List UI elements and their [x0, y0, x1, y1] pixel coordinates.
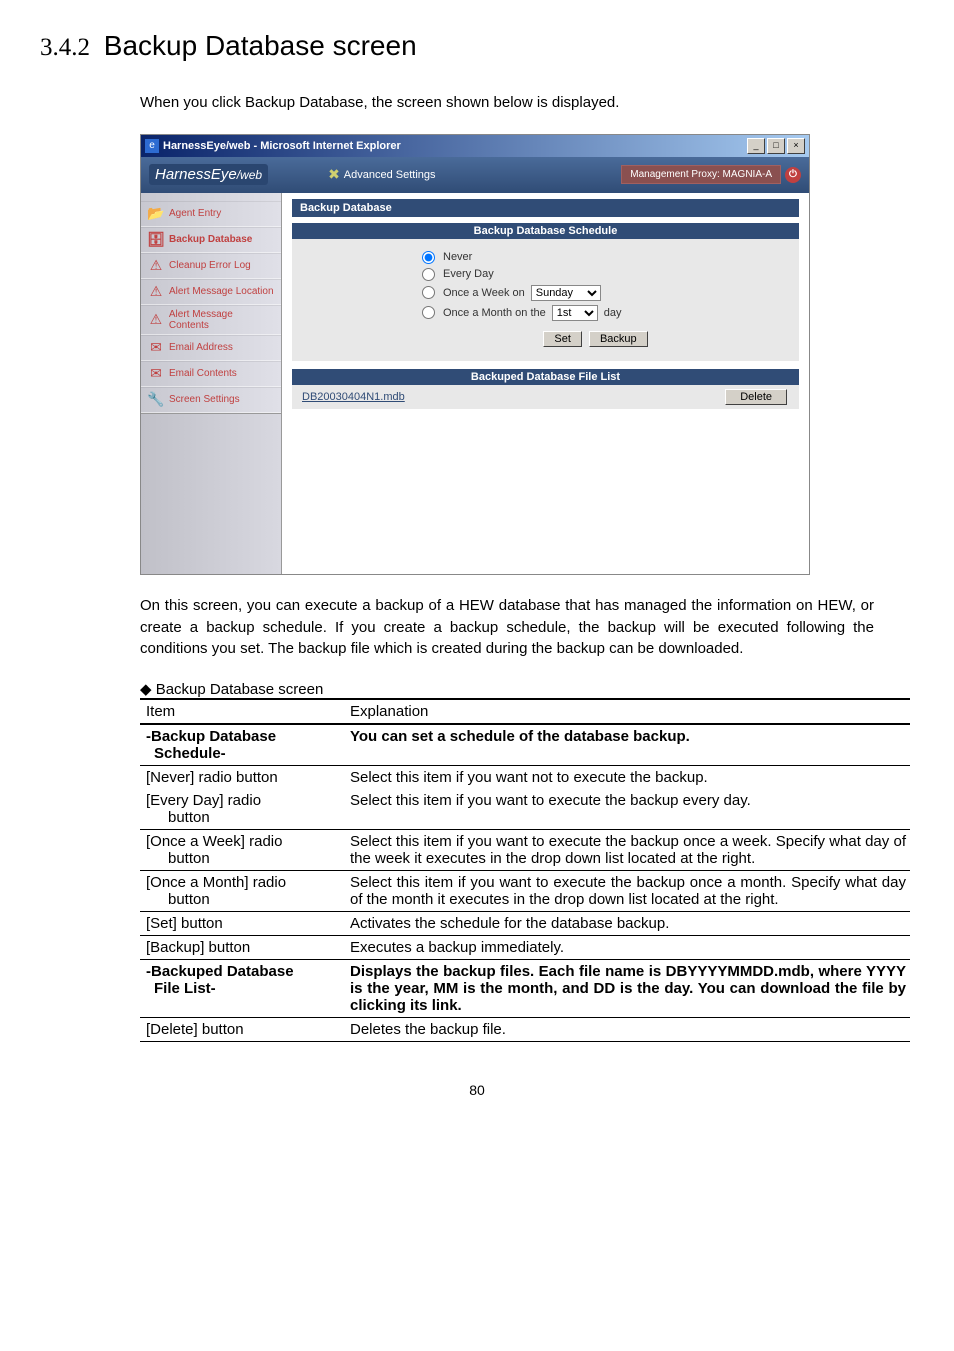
warning-icon: ⚠ [147, 283, 165, 301]
sidebar-item-cleanup-error-log[interactable]: ⚠ Cleanup Error Log [141, 253, 281, 279]
filelist-section-title: Backuped Database File List [292, 369, 799, 385]
warning-icon: ⚠ [147, 257, 165, 275]
table-header-explanation: Explanation [350, 699, 910, 724]
backup-button[interactable]: Backup [589, 331, 648, 347]
table-row-expl: Executes a backup immediately. [350, 936, 910, 960]
table-row-item: [Never] radio button [140, 766, 350, 790]
table-row-expl: Deletes the backup file. [350, 1018, 910, 1042]
sidebar-item-alert-message-location[interactable]: ⚠ Alert Message Location [141, 279, 281, 305]
sidebar-filler [141, 413, 281, 574]
content-title: Backup Database [292, 199, 799, 217]
set-button[interactable]: Set [543, 331, 582, 347]
wrench-icon: ✖ [328, 166, 340, 183]
sidebar-item-backup-database[interactable]: 🗄 Backup Database [141, 227, 281, 253]
radio-once-month-input[interactable] [422, 306, 435, 319]
radio-once-a-week[interactable]: Once a Week on Sunday [422, 283, 769, 303]
sidebar-item-email-address[interactable]: ✉ Email Address [141, 335, 281, 361]
table-row-item: [Every Day] radiobutton [140, 789, 350, 830]
app-logo: HarnessEye/web [149, 164, 268, 185]
radio-once-a-month[interactable]: Once a Month on the 1st day [422, 303, 769, 323]
week-day-select[interactable]: Sunday [531, 285, 601, 301]
schedule-form: Never Every Day Once a Week on Sunday [292, 239, 799, 361]
mail-icon: ✉ [147, 365, 165, 383]
mail-icon: ✉ [147, 339, 165, 357]
table-row-item: [Once a Week] radiobutton [140, 830, 350, 871]
file-list-row: DB20030404N1.mdb Delete [292, 385, 799, 409]
page-number: 80 [40, 1082, 914, 1098]
management-proxy-label: Management Proxy: MAGNIA-A [621, 165, 781, 184]
content-area: Backup Database Backup Database Schedule… [282, 193, 809, 574]
section-heading: 3.4.2 Backup Database screen [40, 30, 914, 62]
description-paragraph: On this screen, you can execute a backup… [140, 595, 874, 660]
radio-never[interactable]: Never [422, 249, 769, 266]
table-row-expl: You can set a schedule of the database b… [350, 724, 910, 766]
backup-file-link[interactable]: DB20030404N1.mdb [302, 391, 405, 403]
advanced-settings-link[interactable]: ✖ Advanced Settings [328, 166, 435, 183]
explanation-table: Item Explanation -Backup DatabaseSchedul… [140, 698, 910, 1042]
table-row-expl: Select this item if you want to execute … [350, 871, 910, 912]
close-button[interactable]: × [787, 138, 805, 154]
sidebar-item-alert-message-contents[interactable]: ⚠ Alert Message Contents [141, 305, 281, 335]
sidebar: 📂 Agent Entry 🗄 Backup Database ⚠ Cleanu… [141, 193, 282, 574]
embedded-screenshot: e HarnessEye/web - Microsoft Internet Ex… [140, 134, 810, 575]
intro-paragraph: When you click Backup Database, the scre… [140, 92, 874, 114]
radio-every-day-input[interactable] [422, 268, 435, 281]
ie-icon: e [145, 139, 159, 153]
table-row-item: -Backup DatabaseSchedule- [140, 724, 350, 766]
delete-button[interactable]: Delete [725, 389, 787, 405]
window-titlebar: e HarnessEye/web - Microsoft Internet Ex… [141, 135, 809, 157]
folder-icon: 📂 [147, 205, 165, 223]
table-row-item: -Backuped DatabaseFile List- [140, 960, 350, 1018]
gear-icon: 🔧 [147, 391, 165, 409]
table-caption: ◆ Backup Database screen [140, 680, 914, 698]
minimize-button[interactable]: _ [747, 138, 765, 154]
sidebar-item-agent-entry[interactable]: 📂 Agent Entry [141, 201, 281, 227]
section-number: 3.4.2 [40, 34, 90, 61]
radio-every-day[interactable]: Every Day [422, 266, 769, 283]
table-row-expl: Activates the schedule for the database … [350, 912, 910, 936]
table-row-item: [Set] button [140, 912, 350, 936]
app-header: HarnessEye/web ✖ Advanced Settings Manag… [141, 157, 809, 193]
table-row-expl: Select this item if you want to execute … [350, 830, 910, 871]
section-title: Backup Database screen [104, 30, 417, 61]
table-row-item: [Delete] button [140, 1018, 350, 1042]
schedule-section-title: Backup Database Schedule [292, 223, 799, 239]
table-row-expl: Displays the backup files. Each file nam… [350, 960, 910, 1018]
radio-never-input[interactable] [422, 251, 435, 264]
radio-once-week-input[interactable] [422, 286, 435, 299]
table-row-item: [Once a Month] radiobutton [140, 871, 350, 912]
window-title-text: HarnessEye/web - Microsoft Internet Expl… [163, 140, 747, 152]
database-icon: 🗄 [147, 231, 165, 249]
month-day-select[interactable]: 1st [552, 305, 598, 321]
maximize-button[interactable]: □ [767, 138, 785, 154]
table-header-item: Item [140, 699, 350, 724]
table-row-expl: Select this item if you want to execute … [350, 789, 910, 830]
warning-icon: ⚠ [147, 311, 165, 329]
sidebar-item-email-contents[interactable]: ✉ Email Contents [141, 361, 281, 387]
table-row-expl: Select this item if you want not to exec… [350, 766, 910, 790]
sidebar-item-screen-settings[interactable]: 🔧 Screen Settings [141, 387, 281, 413]
table-row-item: [Backup] button [140, 936, 350, 960]
power-icon[interactable]: ⏻ [785, 167, 801, 183]
